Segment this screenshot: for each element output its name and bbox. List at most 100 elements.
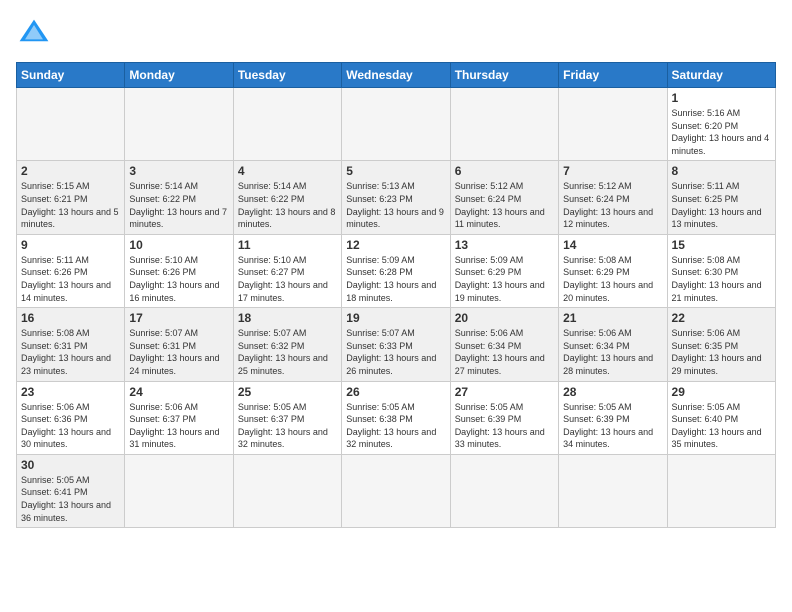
day-info: Sunrise: 5:06 AMSunset: 6:34 PMDaylight:… bbox=[563, 327, 662, 377]
calendar-cell: 29Sunrise: 5:05 AMSunset: 6:40 PMDayligh… bbox=[667, 381, 775, 454]
day-info: Sunrise: 5:15 AMSunset: 6:21 PMDaylight:… bbox=[21, 180, 120, 230]
weekday-header-thursday: Thursday bbox=[450, 63, 558, 88]
calendar-week-row: 9 Sunrise: 5:11 AMSunset: 6:26 PMDaylight… bbox=[17, 234, 776, 307]
calendar-cell: 25 Sunrise: 5:05 AMSunset: 6:37 PMDayligh… bbox=[233, 381, 341, 454]
day-number: 22 bbox=[672, 311, 771, 325]
day-info: Sunrise: 5:12 AMSunset: 6:24 PMDaylight:… bbox=[563, 180, 662, 230]
calendar-cell bbox=[125, 88, 233, 161]
day-info: Sunrise: 5:05 AMSunset: 6:38 PMDaylight:… bbox=[346, 401, 445, 451]
day-number: 11 bbox=[238, 238, 337, 252]
day-info: Sunrise: 5:06 AMSunset: 6:35 PMDaylight:… bbox=[672, 327, 771, 377]
calendar-cell bbox=[342, 454, 450, 527]
day-info: Sunrise: 5:07 AMSunset: 6:31 PMDaylight:… bbox=[129, 327, 228, 377]
calendar-cell: 14 Sunrise: 5:08 AMSunset: 6:29 PMDayligh… bbox=[559, 234, 667, 307]
day-info: Sunrise: 5:05 AMSunset: 6:39 PMDaylight:… bbox=[455, 401, 554, 451]
day-info: Sunrise: 5:06 AMSunset: 6:36 PMDaylight:… bbox=[21, 401, 120, 451]
day-info: Sunrise: 5:06 AMSunset: 6:34 PMDaylight:… bbox=[455, 327, 554, 377]
calendar-week-row: 23Sunrise: 5:06 AMSunset: 6:36 PMDayligh… bbox=[17, 381, 776, 454]
calendar-cell: 26 Sunrise: 5:05 AMSunset: 6:38 PMDayligh… bbox=[342, 381, 450, 454]
calendar-cell: 30 Sunrise: 5:05 AMSunset: 6:41 PMDayligh… bbox=[17, 454, 125, 527]
day-number: 9 bbox=[21, 238, 120, 252]
day-info: Sunrise: 5:09 AMSunset: 6:29 PMDaylight:… bbox=[455, 254, 554, 304]
calendar-cell bbox=[342, 88, 450, 161]
calendar-cell: 6 Sunrise: 5:12 AMSunset: 6:24 PMDaylight… bbox=[450, 161, 558, 234]
weekday-header-monday: Monday bbox=[125, 63, 233, 88]
day-info: Sunrise: 5:05 AMSunset: 6:41 PMDaylight:… bbox=[21, 474, 120, 524]
calendar-cell: 9 Sunrise: 5:11 AMSunset: 6:26 PMDaylight… bbox=[17, 234, 125, 307]
day-number: 14 bbox=[563, 238, 662, 252]
calendar-week-row: 16 Sunrise: 5:08 AMSunset: 6:31 PMDayligh… bbox=[17, 308, 776, 381]
day-number: 18 bbox=[238, 311, 337, 325]
weekday-header-tuesday: Tuesday bbox=[233, 63, 341, 88]
calendar-header: SundayMondayTuesdayWednesdayThursdayFrid… bbox=[17, 63, 776, 88]
calendar-cell: 24 Sunrise: 5:06 AMSunset: 6:37 PMDayligh… bbox=[125, 381, 233, 454]
day-number: 10 bbox=[129, 238, 228, 252]
calendar-cell: 5 Sunrise: 5:13 AMSunset: 6:23 PMDaylight… bbox=[342, 161, 450, 234]
day-info: Sunrise: 5:16 AMSunset: 6:20 PMDaylight:… bbox=[672, 107, 771, 157]
day-info: Sunrise: 5:14 AMSunset: 6:22 PMDaylight:… bbox=[238, 180, 337, 230]
day-number: 19 bbox=[346, 311, 445, 325]
calendar-cell: 13 Sunrise: 5:09 AMSunset: 6:29 PMDayligh… bbox=[450, 234, 558, 307]
day-info: Sunrise: 5:10 AMSunset: 6:26 PMDaylight:… bbox=[129, 254, 228, 304]
calendar-cell bbox=[667, 454, 775, 527]
day-number: 2 bbox=[21, 164, 120, 178]
day-info: Sunrise: 5:06 AMSunset: 6:37 PMDaylight:… bbox=[129, 401, 228, 451]
calendar-cell: 1 Sunrise: 5:16 AMSunset: 6:20 PMDaylight… bbox=[667, 88, 775, 161]
calendar-cell: 15Sunrise: 5:08 AMSunset: 6:30 PMDayligh… bbox=[667, 234, 775, 307]
logo-icon bbox=[16, 16, 52, 52]
calendar-cell: 22 Sunrise: 5:06 AMSunset: 6:35 PMDayligh… bbox=[667, 308, 775, 381]
day-number: 5 bbox=[346, 164, 445, 178]
calendar-cell bbox=[450, 88, 558, 161]
day-number: 16 bbox=[21, 311, 120, 325]
weekday-header-saturday: Saturday bbox=[667, 63, 775, 88]
weekday-header-wednesday: Wednesday bbox=[342, 63, 450, 88]
calendar-cell bbox=[233, 88, 341, 161]
calendar-table: SundayMondayTuesdayWednesdayThursdayFrid… bbox=[16, 62, 776, 528]
weekday-header-sunday: Sunday bbox=[17, 63, 125, 88]
calendar-week-row: 30 Sunrise: 5:05 AMSunset: 6:41 PMDayligh… bbox=[17, 454, 776, 527]
day-number: 21 bbox=[563, 311, 662, 325]
day-info: Sunrise: 5:08 AMSunset: 6:29 PMDaylight:… bbox=[563, 254, 662, 304]
day-number: 13 bbox=[455, 238, 554, 252]
calendar-cell bbox=[450, 454, 558, 527]
calendar-cell bbox=[17, 88, 125, 161]
day-number: 26 bbox=[346, 385, 445, 399]
calendar-cell bbox=[233, 454, 341, 527]
calendar-week-row: 2 Sunrise: 5:15 AMSunset: 6:21 PMDaylight… bbox=[17, 161, 776, 234]
day-number: 27 bbox=[455, 385, 554, 399]
day-info: Sunrise: 5:09 AMSunset: 6:28 PMDaylight:… bbox=[346, 254, 445, 304]
day-number: 17 bbox=[129, 311, 228, 325]
day-info: Sunrise: 5:08 AMSunset: 6:31 PMDaylight:… bbox=[21, 327, 120, 377]
day-number: 15 bbox=[672, 238, 771, 252]
day-info: Sunrise: 5:13 AMSunset: 6:23 PMDaylight:… bbox=[346, 180, 445, 230]
day-number: 24 bbox=[129, 385, 228, 399]
day-number: 6 bbox=[455, 164, 554, 178]
calendar-cell: 4 Sunrise: 5:14 AMSunset: 6:22 PMDaylight… bbox=[233, 161, 341, 234]
day-number: 30 bbox=[21, 458, 120, 472]
day-number: 25 bbox=[238, 385, 337, 399]
day-number: 1 bbox=[672, 91, 771, 105]
weekday-header-row: SundayMondayTuesdayWednesdayThursdayFrid… bbox=[17, 63, 776, 88]
day-number: 3 bbox=[129, 164, 228, 178]
calendar-cell bbox=[125, 454, 233, 527]
calendar-cell: 8Sunrise: 5:11 AMSunset: 6:25 PMDaylight… bbox=[667, 161, 775, 234]
logo bbox=[16, 16, 56, 52]
day-info: Sunrise: 5:11 AMSunset: 6:26 PMDaylight:… bbox=[21, 254, 120, 304]
day-number: 20 bbox=[455, 311, 554, 325]
day-info: Sunrise: 5:05 AMSunset: 6:37 PMDaylight:… bbox=[238, 401, 337, 451]
calendar-cell: 23Sunrise: 5:06 AMSunset: 6:36 PMDayligh… bbox=[17, 381, 125, 454]
calendar-cell: 7Sunrise: 5:12 AMSunset: 6:24 PMDaylight… bbox=[559, 161, 667, 234]
day-info: Sunrise: 5:05 AMSunset: 6:39 PMDaylight:… bbox=[563, 401, 662, 451]
day-number: 4 bbox=[238, 164, 337, 178]
calendar-cell: 20 Sunrise: 5:06 AMSunset: 6:34 PMDayligh… bbox=[450, 308, 558, 381]
day-info: Sunrise: 5:07 AMSunset: 6:32 PMDaylight:… bbox=[238, 327, 337, 377]
calendar-cell bbox=[559, 454, 667, 527]
calendar-cell: 28Sunrise: 5:05 AMSunset: 6:39 PMDayligh… bbox=[559, 381, 667, 454]
calendar-cell: 19 Sunrise: 5:07 AMSunset: 6:33 PMDayligh… bbox=[342, 308, 450, 381]
calendar-cell: 2 Sunrise: 5:15 AMSunset: 6:21 PMDaylight… bbox=[17, 161, 125, 234]
day-info: Sunrise: 5:07 AMSunset: 6:33 PMDaylight:… bbox=[346, 327, 445, 377]
day-info: Sunrise: 5:12 AMSunset: 6:24 PMDaylight:… bbox=[455, 180, 554, 230]
calendar-cell bbox=[559, 88, 667, 161]
calendar-cell: 21 Sunrise: 5:06 AMSunset: 6:34 PMDayligh… bbox=[559, 308, 667, 381]
calendar-cell: 11Sunrise: 5:10 AMSunset: 6:27 PMDayligh… bbox=[233, 234, 341, 307]
